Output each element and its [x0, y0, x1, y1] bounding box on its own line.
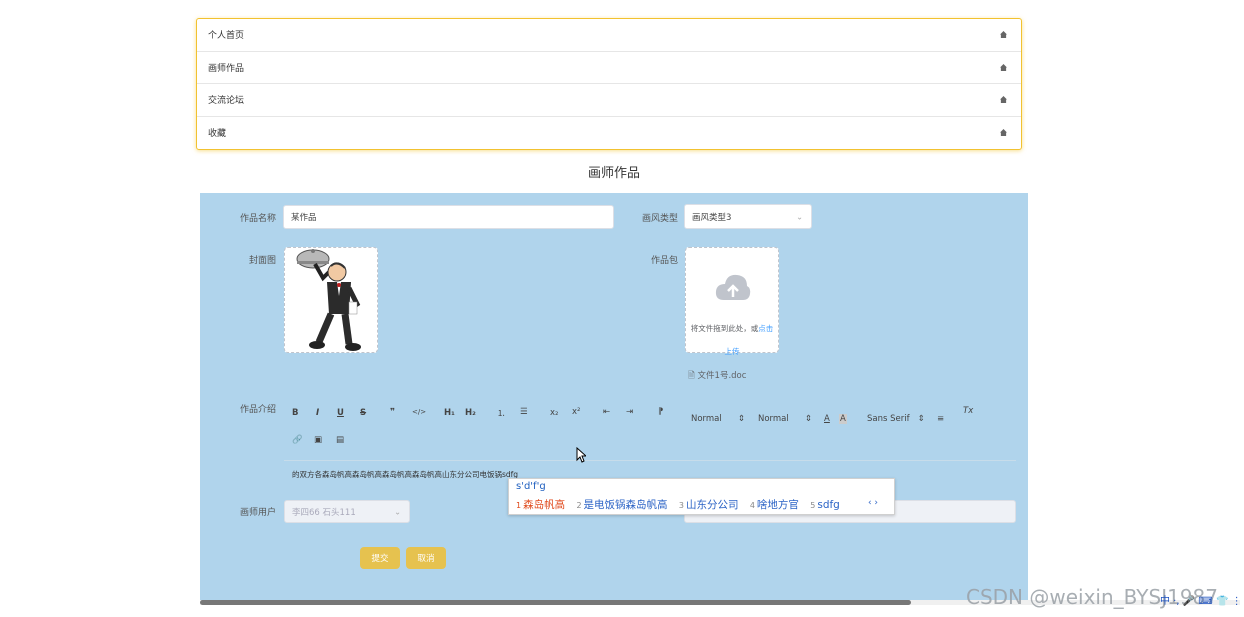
submit-button[interactable]: 提交	[360, 547, 400, 569]
quote-button[interactable]: ❞	[390, 407, 395, 417]
style-select[interactable]: 画风类型3 ⌄	[684, 204, 812, 229]
outdent-button[interactable]: ⇤	[603, 407, 610, 417]
intro-label: 作品介绍	[239, 405, 276, 415]
menu-item-favorites[interactable]: 收藏	[197, 117, 1021, 150]
menu-item-forum[interactable]: 交流论坛	[197, 84, 1021, 117]
cancel-button[interactable]: 取消	[406, 547, 446, 569]
cover-image[interactable]	[284, 247, 378, 353]
video-icon[interactable]: ▤	[336, 435, 344, 445]
page-title: 画师作品	[587, 166, 640, 181]
ime-status-tray[interactable]: 中 ·, 🎤 ⌨ 👕 ⋮	[1160, 592, 1242, 607]
bold-button[interactable]: B	[292, 408, 298, 418]
chevron-down-icon: ⌄	[394, 507, 401, 516]
editor-content[interactable]: 的双方各森岛帆高森岛帆高森岛帆高森岛帆高山东分公司电饭锅sdfg	[292, 469, 518, 480]
artwork-form: 作品名称 某作品 画风类型 画风类型3 ⌄ 封面图 作品包 将文件拖到此处，或点…	[200, 193, 1028, 603]
ime-composition: s'd'f'g	[516, 481, 546, 492]
uploaded-file[interactable]: 🗎 文件1号.doc	[688, 369, 746, 384]
upload-link[interactable]: 点击	[758, 324, 773, 333]
ime-candidate[interactable]: 2 是电饭锅森岛帆高	[576, 499, 667, 511]
header-select[interactable]: Normal ⇕	[758, 414, 812, 424]
bullet-list-button[interactable]: ☰	[520, 407, 528, 417]
subscript-button[interactable]: x₂	[550, 408, 558, 418]
upload-hint: 将文件拖到此处，或点击 上传	[690, 324, 774, 356]
image-icon[interactable]: ▣	[314, 435, 322, 445]
top-menu: 个人首页 画师作品 交流论坛 收藏	[196, 18, 1022, 150]
ordered-list-button[interactable]: ⒈	[497, 407, 506, 419]
ime-candidate[interactable]: 3 山东分公司	[679, 499, 739, 511]
chevron-down-icon: ⌄	[796, 212, 803, 221]
home-icon	[1000, 63, 1007, 71]
clean-format-button[interactable]: Tx	[963, 406, 973, 416]
cover-label: 封面图	[248, 256, 276, 266]
home-icon	[1000, 96, 1007, 103]
user-select: 李四66 石头111 ⌄	[284, 500, 410, 523]
h1-button[interactable]: H₁	[444, 408, 455, 418]
text-direction-button[interactable]: ⁋	[658, 407, 663, 417]
link-icon[interactable]: 🔗	[292, 435, 303, 445]
document-icon: 🗎	[688, 371, 695, 381]
user-label: 画师用户	[239, 508, 276, 518]
italic-button[interactable]: I	[316, 408, 319, 418]
code-button[interactable]: </>	[412, 408, 426, 416]
menu-item-label: 画师作品	[208, 63, 245, 74]
strike-button[interactable]: S	[360, 408, 366, 418]
size-select[interactable]: Normal ⇕	[691, 414, 745, 424]
underline-button[interactable]: U	[337, 408, 344, 418]
home-icon	[1000, 128, 1007, 136]
cloud-upload-icon	[715, 274, 751, 300]
ime-candidate[interactable]: 1 森岛帆高	[516, 499, 565, 511]
style-label: 画风类型	[641, 214, 678, 224]
indent-button[interactable]: ⇥	[626, 407, 633, 417]
ime-candidate-window: s'd'f'g 1 森岛帆高 2 是电饭锅森岛帆高 3 山东分公司 4 啥地方官 5 sd…	[508, 478, 895, 515]
home-icon	[1000, 31, 1007, 38]
waiter-illustration	[296, 249, 361, 351]
superscript-button[interactable]: x²	[572, 407, 580, 417]
ime-candidates: 1 森岛帆高 2 是电饭锅森岛帆高 3 山东分公司 4 啥地方官 5 sdfg	[516, 497, 848, 512]
menu-item-artworks[interactable]: 画师作品	[197, 52, 1021, 84]
file-name: 文件1号.doc	[697, 371, 747, 381]
background-color-button[interactable]: A	[839, 414, 847, 424]
ime-candidate[interactable]: 4 啥地方官	[750, 499, 799, 511]
package-label: 作品包	[650, 256, 678, 266]
ime-candidate[interactable]: 5 sdfg	[810, 499, 840, 511]
menu-item-home[interactable]: 个人首页	[197, 19, 1021, 52]
editor-toolbar: B I U S ❞ </> H₁ H₂ ⒈ ☰ x₂ x² ⇤ ⇥ ⁋ Norm…	[284, 396, 1016, 460]
menu-item-label: 收藏	[208, 129, 227, 140]
file-upload-dropzone[interactable]: 将文件拖到此处，或点击 上传	[685, 247, 779, 356]
font-color-button[interactable]: A	[824, 414, 830, 424]
name-input[interactable]: 某作品	[283, 205, 614, 229]
user-select-value: 李四66 石头111	[292, 507, 356, 518]
menu-item-label: 个人首页	[208, 31, 245, 42]
h2-button[interactable]: H₂	[465, 408, 476, 418]
mouse-cursor-icon	[576, 447, 586, 463]
style-select-value: 画风类型3	[692, 212, 732, 223]
align-button[interactable]: ≡	[937, 414, 944, 424]
font-select[interactable]: Sans Serif ⇕	[867, 414, 925, 424]
upload-link-suffix[interactable]: 上传	[725, 347, 740, 356]
name-label: 作品名称	[239, 214, 276, 224]
horizontal-scrollbar-thumb[interactable]	[200, 600, 911, 605]
ime-page-nav[interactable]: ‹ ›	[868, 498, 878, 508]
menu-item-label: 交流论坛	[208, 96, 245, 107]
